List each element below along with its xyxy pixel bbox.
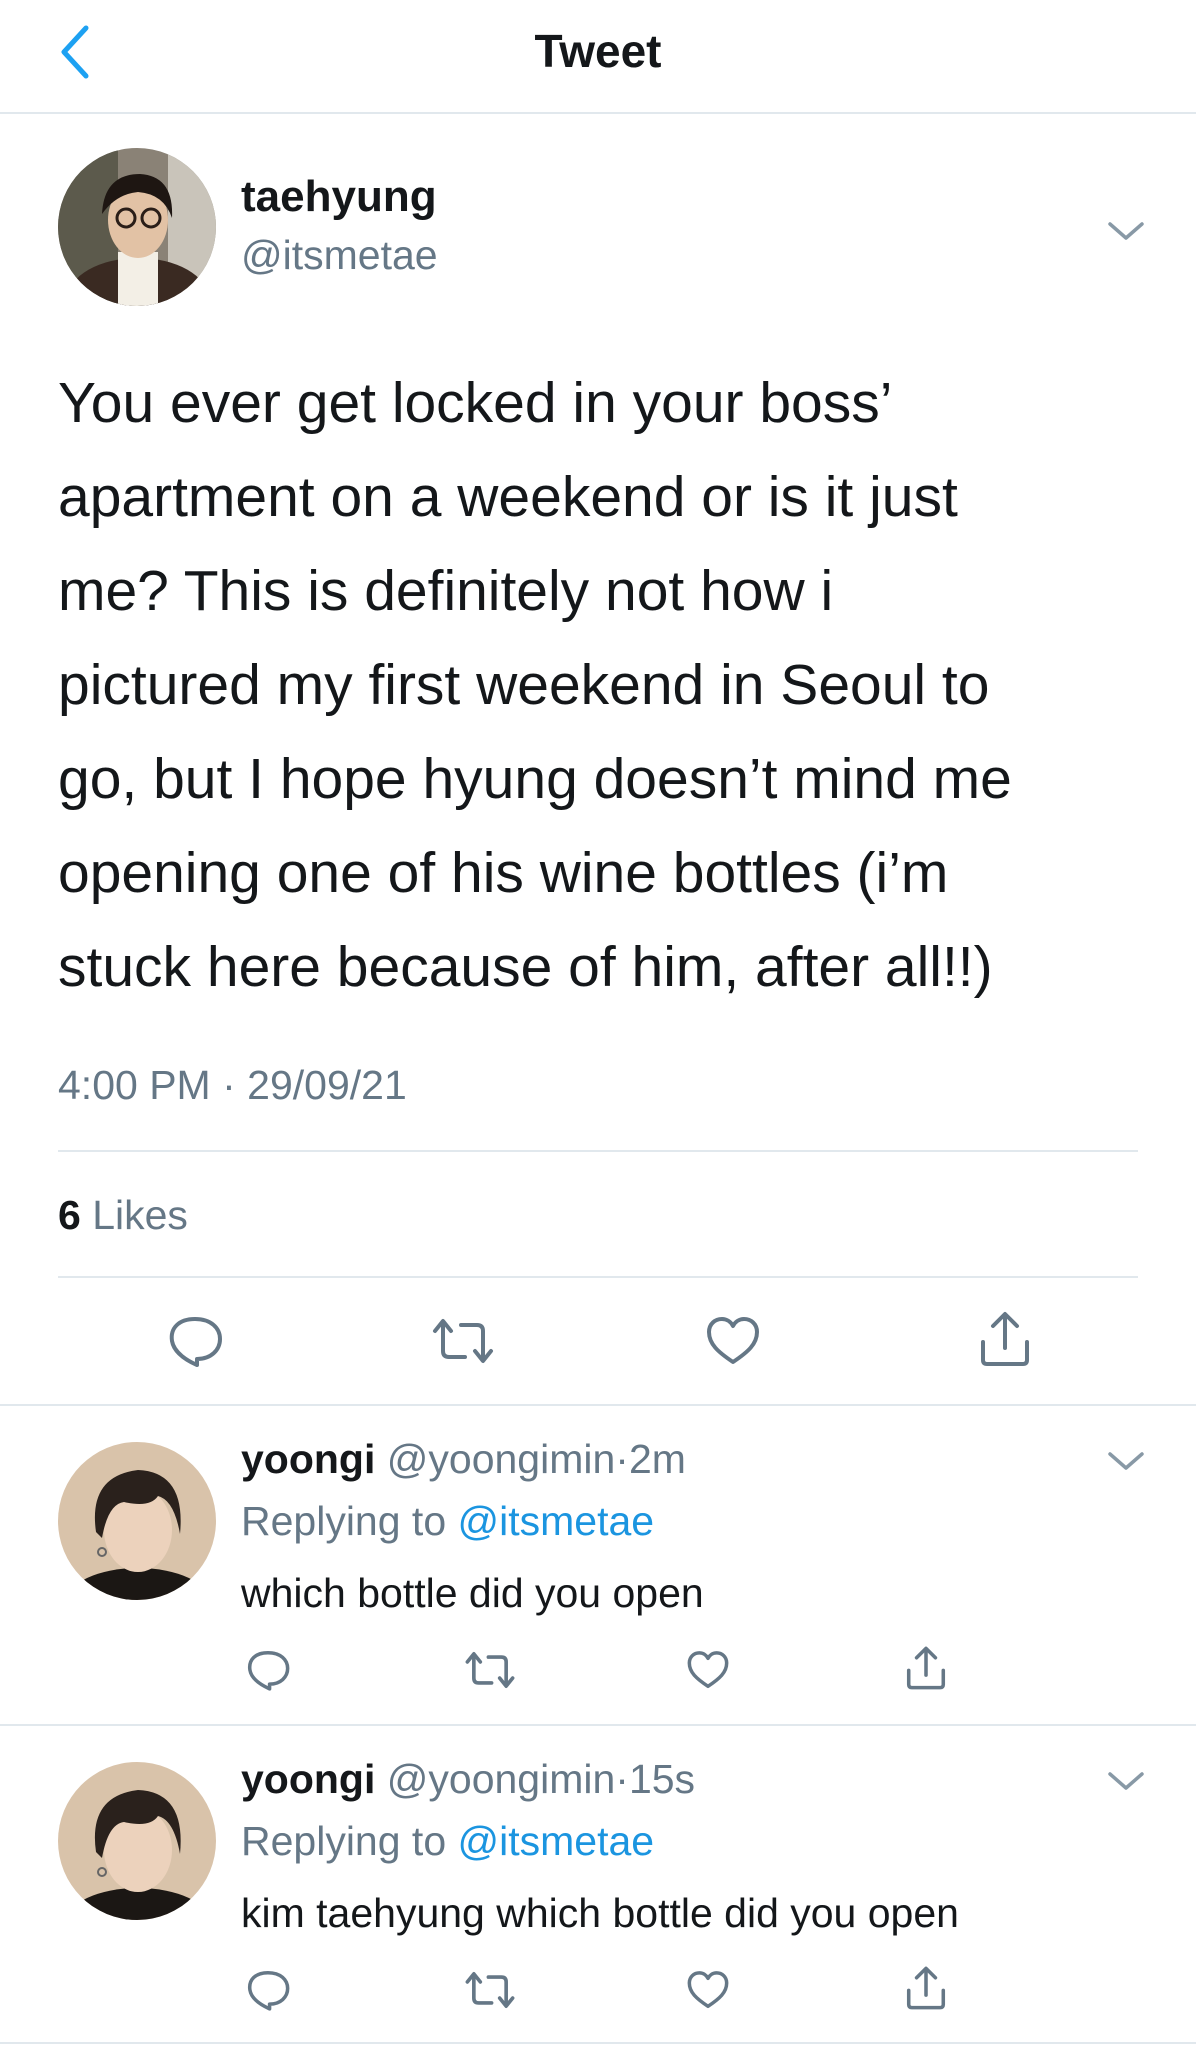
replying-mention-link[interactable]: @itsmetae [458,1818,655,1864]
likes-count-link[interactable]: 6 Likes [58,1192,188,1239]
reply-avatar[interactable] [58,1762,216,1920]
reply-button[interactable] [160,1310,230,1372]
tweet-timestamp: 4:00 PM · 29/09/21 [58,1062,407,1109]
author-avatar[interactable] [58,148,216,306]
reply-icon [169,1317,222,1367]
divider [58,1276,1138,1278]
reply-author-name[interactable]: yoongi [241,1436,375,1482]
retweet-icon [465,1652,515,1688]
share-icon [906,1646,946,1690]
share-button[interactable] [970,1306,1040,1372]
section-divider [0,2042,1196,2044]
tweet-text: You ever get locked in your boss’ apartm… [58,371,1012,999]
reply-text: which bottle did you open [241,1570,704,1616]
reply-avatar[interactable] [58,1442,216,1600]
page-title: Tweet [534,25,662,77]
like-button[interactable] [698,1310,768,1372]
share-button[interactable] [898,1960,954,2016]
share-button[interactable] [898,1640,954,1696]
meta-separator: · [615,1756,629,1802]
reply-time: 15s [628,1756,696,1802]
like-button[interactable] [680,1964,736,2016]
like-icon [687,1651,729,1689]
meta-separator: · [615,1436,629,1482]
chevron-down-icon[interactable] [1104,1446,1148,1476]
reply-author-handle[interactable]: @yoongimin [387,1756,616,1802]
retweet-button[interactable] [460,1644,520,1696]
reply-time: 2m [628,1436,686,1482]
section-divider [0,1724,1196,1726]
replying-to: Replying to @itsmetae [241,1498,654,1545]
reply-header: yoongi @yoongimin·2m [241,1436,686,1483]
chevron-down-icon[interactable] [1104,1766,1148,1796]
reply-header: yoongi @yoongimin·15s [241,1756,695,1803]
meta-separator: · [222,1062,236,1108]
chevron-down-icon[interactable] [1104,216,1148,246]
replying-mention-link[interactable]: @itsmetae [458,1498,655,1544]
replying-label: Replying to [241,1818,447,1864]
like-icon [707,1317,759,1364]
author-name[interactable]: taehyung [241,172,437,222]
likes-count: 6 [58,1192,81,1238]
reply-author-handle[interactable]: @yoongimin [387,1436,616,1482]
reply-text: kim taehyung which bottle did you open [241,1890,959,1936]
top-bar: Tweet [0,0,1196,114]
retweet-icon [433,1319,493,1363]
like-icon [687,1971,729,2009]
likes-label: Likes [92,1192,188,1238]
like-button[interactable] [680,1644,736,1696]
retweet-button[interactable] [428,1310,498,1372]
share-icon [981,1312,1029,1366]
tweet-date: 29/09/21 [247,1062,407,1108]
author-handle[interactable]: @itsmetae [241,232,438,279]
divider [58,1150,1138,1152]
section-divider [0,1404,1196,1406]
tweet-time: 4:00 PM [58,1062,211,1108]
replying-to: Replying to @itsmetae [241,1818,654,1865]
replying-label: Replying to [241,1498,447,1544]
reply-button[interactable] [240,1644,296,1696]
share-icon [906,1966,946,2010]
retweet-icon [465,1972,515,2008]
retweet-button[interactable] [460,1964,520,2016]
reply-author-name[interactable]: yoongi [241,1756,375,1802]
reply-icon [247,1970,290,2011]
reply-icon [247,1650,290,1691]
reply-button[interactable] [240,1964,296,2016]
